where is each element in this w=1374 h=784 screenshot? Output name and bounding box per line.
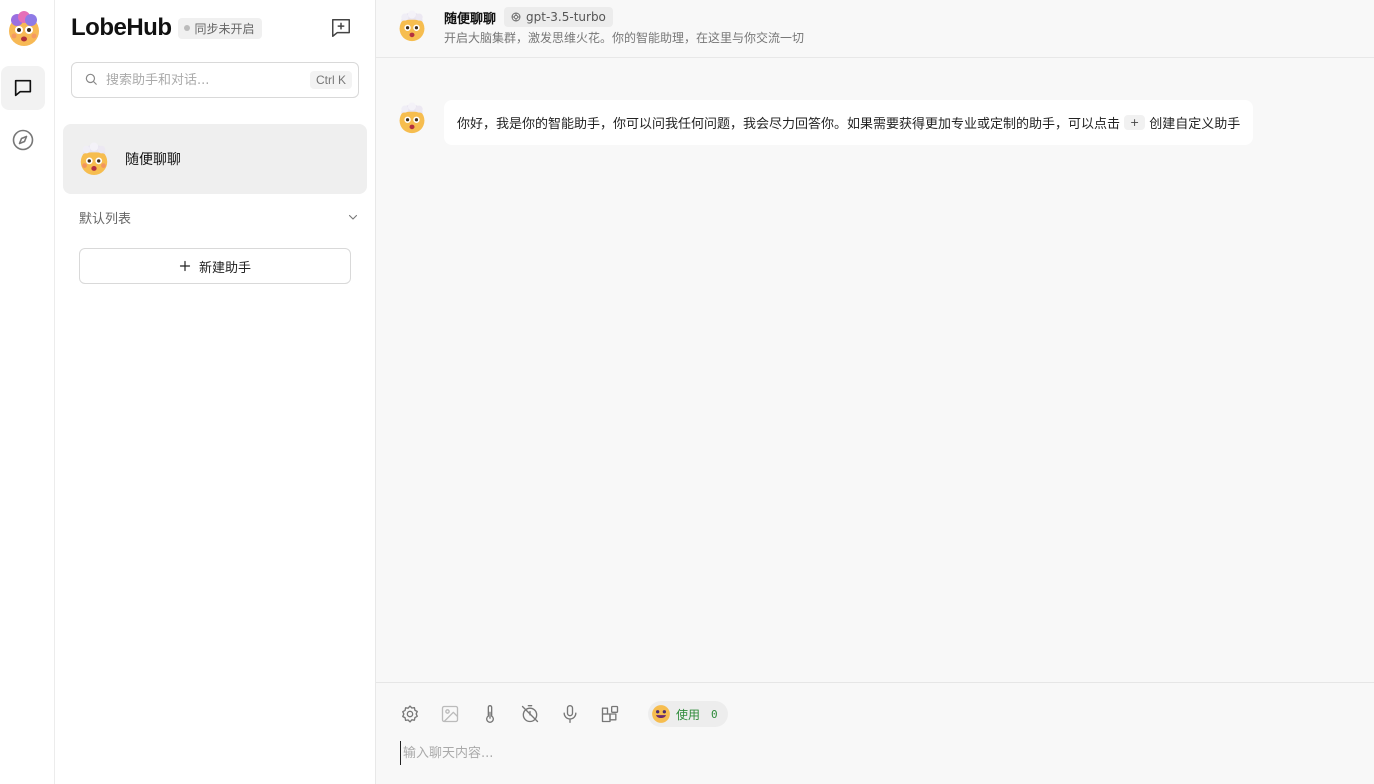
session-item[interactable]: 随便聊聊 xyxy=(63,124,367,194)
token-usage-label: 使用 xyxy=(676,707,701,722)
sync-dot-icon xyxy=(184,25,191,31)
token-usage-pill[interactable]: 使用 0 xyxy=(648,701,728,727)
message-plus-icon xyxy=(332,19,350,37)
session-avatar xyxy=(77,142,111,176)
chat-description: 开启大脑集群，激发思维火花。你的智能助理，在这里与你交流一切 xyxy=(444,31,805,45)
image-icon xyxy=(441,705,459,723)
search-icon xyxy=(84,72,100,88)
timer-off-icon xyxy=(521,705,539,723)
session-title: 随便聊聊 xyxy=(125,152,181,168)
brand: LobeHub 同步未开启 xyxy=(71,14,262,42)
nav-chat-button[interactable] xyxy=(1,66,45,110)
plugins-button[interactable] xyxy=(598,702,622,726)
mind-blown-emoji-icon xyxy=(399,102,425,134)
search-box[interactable]: Ctrl K xyxy=(71,62,359,98)
left-rail xyxy=(0,0,55,784)
history-limit-button[interactable] xyxy=(518,702,542,726)
add-assistant-label: 新建助手 xyxy=(198,260,251,276)
plus-icon xyxy=(179,260,191,272)
group-label: 默认列表 xyxy=(79,211,132,227)
compass-icon xyxy=(12,129,34,151)
inline-add-button[interactable]: + xyxy=(1124,115,1146,130)
message-avatar[interactable] xyxy=(396,102,428,134)
mind-blown-emoji-icon xyxy=(399,10,425,42)
token-usage-count: 0 xyxy=(711,707,718,721)
user-avatar-emoji-icon xyxy=(9,11,39,46)
plugins-icon xyxy=(601,705,619,723)
upload-image-button[interactable] xyxy=(438,702,462,726)
assistant-message: 你好，我是你的智能助手，你可以问我任何问题，我会尽力回答你。如果需要获得更加专业… xyxy=(396,100,1254,145)
openai-logo-icon xyxy=(511,12,521,22)
search-input[interactable] xyxy=(106,72,310,88)
header-title-row: 随便聊聊 gpt-3.5-turbo xyxy=(444,7,613,27)
chat-header: 随便聊聊 gpt-3.5-turbo 开启大脑集群，激发思维火花。你的智能助理，… xyxy=(376,0,1374,58)
user-avatar[interactable] xyxy=(5,10,43,48)
chat-input[interactable] xyxy=(400,741,1350,765)
temperature-button[interactable] xyxy=(478,702,502,726)
model-settings-button[interactable] xyxy=(398,702,422,726)
mind-blown-emoji-icon xyxy=(80,142,108,176)
smiling-emoji-icon xyxy=(652,705,670,723)
message-bubble: 你好，我是你的智能助手，你可以问我任何问题，我会尽力回答你。如果需要获得更加专业… xyxy=(444,100,1254,145)
thermometer-icon xyxy=(486,705,494,723)
chevron-down-icon xyxy=(348,214,358,220)
chat-main: 随便聊聊 gpt-3.5-turbo 开启大脑集群，激发思维火花。你的智能助理，… xyxy=(376,0,1374,784)
message-text-before: 你好，我是你的智能助手，你可以问我任何问题，我会尽力回答你。如果需要获得更加专业… xyxy=(457,117,1121,132)
sync-status-label: 同步未开启 xyxy=(194,21,255,36)
model-name: gpt-3.5-turbo xyxy=(526,10,606,24)
model-tag[interactable]: gpt-3.5-turbo xyxy=(504,7,613,27)
settings-icon xyxy=(402,705,418,723)
add-assistant-button[interactable]: 新建助手 xyxy=(79,248,351,284)
new-chat-button[interactable] xyxy=(327,14,355,42)
search-shortcut-hint: Ctrl K xyxy=(310,71,352,89)
sync-status-badge[interactable]: 同步未开启 xyxy=(178,17,262,39)
chat-input-area: 使用 0 xyxy=(376,682,1374,784)
microphone-icon xyxy=(563,705,577,723)
input-toolbar: 使用 0 xyxy=(398,701,728,727)
nav-discover-button[interactable] xyxy=(1,118,45,162)
chat-bubble-icon xyxy=(14,79,32,97)
brand-logo: LobeHub xyxy=(71,14,172,41)
chat-title: 随便聊聊 xyxy=(444,11,497,27)
group-default-list-header[interactable]: 默认列表 xyxy=(79,206,359,228)
voice-input-button[interactable] xyxy=(558,702,582,726)
header-avatar[interactable] xyxy=(396,10,428,42)
session-panel: LobeHub 同步未开启 Ctrl K xyxy=(55,0,376,784)
message-text-after: 创建自定义助手 xyxy=(1149,117,1241,132)
